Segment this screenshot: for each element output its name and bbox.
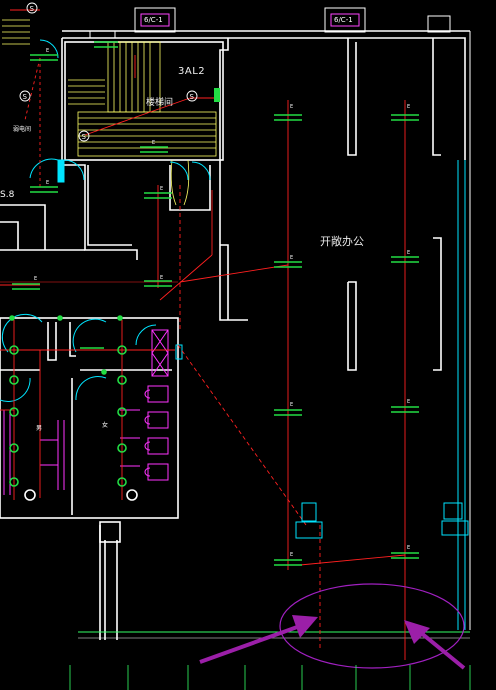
left-tag-label: S.8 — [0, 190, 15, 200]
switch-symbol-s: S — [82, 133, 87, 141]
grid-stubs — [69, 665, 471, 690]
wiring-lines — [0, 9, 406, 660]
line-tag-e: E — [152, 140, 155, 146]
line-tag-e: E — [407, 399, 410, 405]
switch-symbol-s: S — [30, 5, 35, 13]
floor-plan-svg: E E E E E E E E E E E E E E S S S S — [0, 2, 471, 690]
line-tag-e: E — [407, 545, 410, 551]
line-tag-e: E — [290, 255, 293, 261]
panel-label: 3AL2 — [178, 66, 206, 77]
annotation-arrow-left — [199, 615, 318, 664]
stair-label: 楼梯间 — [146, 98, 174, 108]
line-tag-e: E — [290, 402, 293, 408]
line-tag-e: E — [46, 180, 49, 186]
equipment-boxes — [295, 502, 469, 539]
toilet-tag-right: 女 — [102, 422, 109, 429]
line-tag-e: E — [34, 276, 37, 282]
toilet-tag-left: 男 — [36, 425, 43, 432]
line-tag-e: E — [290, 552, 293, 558]
line-tag-e: E — [407, 104, 410, 110]
switch-symbol-s: S — [23, 93, 28, 101]
line-tag-e: E — [290, 104, 293, 110]
building-walls — [0, 30, 471, 640]
toilet-fixtures — [3, 329, 169, 495]
switch-symbol-s: S — [190, 93, 195, 101]
line-tag-e: E — [407, 250, 410, 256]
line-tag-e: E — [160, 275, 163, 281]
top-box-label-2: 6/C-1 — [334, 16, 353, 24]
line-tag-e: E — [46, 48, 49, 54]
side-room-label: 弱电间 — [13, 126, 32, 133]
line-tag-e: E — [160, 186, 163, 192]
room-label-open-office: 开敞办公 — [320, 235, 364, 248]
cad-drawing-canvas: E E E E E E E E E E E E E E S S S S 开敞办公 3AL2 楼梯间 弱电间 S.8… — [0, 0, 496, 690]
top-box-label-1: 6/C-1 — [144, 16, 163, 24]
